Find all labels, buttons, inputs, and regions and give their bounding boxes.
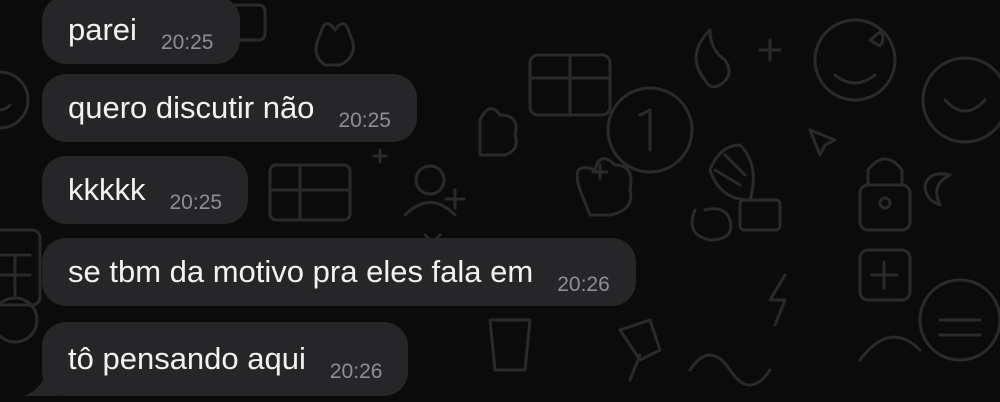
message-list[interactable]: parei 20:25 quero discutir não 20:25 kkk… — [0, 0, 1000, 402]
message-text: kkkkk — [68, 172, 146, 207]
message-bubble[interactable]: tô pensando aqui 20:26 — [42, 322, 409, 396]
message-bubble[interactable]: se tbm da motivo pra eles fala em 20:26 — [42, 238, 636, 306]
message-text: tô pensando aqui — [68, 341, 306, 376]
message-timestamp: 20:25 — [338, 109, 391, 132]
message-bubble[interactable]: kkkkk 20:25 — [42, 156, 249, 224]
message-timestamp: 20:25 — [160, 31, 214, 54]
message-bubble[interactable]: parei 20:25 — [42, 0, 240, 64]
message-text: quero discutir não — [68, 90, 315, 125]
message-timestamp: 20:25 — [169, 191, 223, 214]
message-text: se tbm da motivo pra eles fala em — [68, 254, 534, 289]
message-timestamp: 20:26 — [557, 273, 610, 296]
message-timestamp: 20:26 — [329, 360, 383, 383]
message-text: parei — [68, 12, 137, 47]
message-bubble[interactable]: quero discutir não 20:25 — [42, 74, 417, 142]
